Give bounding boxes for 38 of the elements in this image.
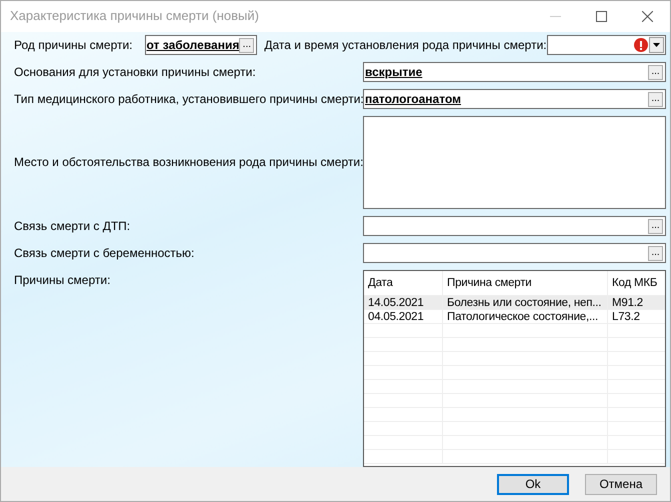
ellipsis-button[interactable]: ...: [648, 246, 663, 260]
lookup-field[interactable]: от заболевания ...: [144, 35, 258, 55]
ellipsis-button[interactable]: ...: [648, 64, 663, 80]
table-cell: M91.2: [608, 296, 665, 310]
window-title: Характеристика причины смерти (новый): [10, 8, 259, 25]
lookup-field[interactable]: вскрытие ...: [363, 62, 666, 82]
field-label: Тип медицинского работника, установившего причины смерти:: [14, 92, 363, 106]
table-cell: Патологическое состояние,...: [443, 310, 608, 324]
date-field[interactable]: [546, 35, 666, 55]
cancel-button[interactable]: Отмена: [585, 474, 657, 494]
dropdown-button[interactable]: [649, 37, 664, 53]
field-label: Причины смерти:: [14, 272, 112, 288]
lookup-field[interactable]: ...: [363, 243, 666, 263]
table-cell: 04.05.2021: [364, 310, 443, 324]
ellipsis-button[interactable]: ...: [648, 92, 663, 106]
field-value: от заболевания: [146, 38, 240, 52]
close-icon[interactable]: [642, 11, 652, 22]
field-value: вскрытие: [364, 64, 424, 80]
ellipsis-button[interactable]: ...: [648, 218, 663, 234]
lookup-field[interactable]: ...: [363, 216, 666, 236]
field-label: Дата и время установления рода причины смерти:: [264, 38, 547, 52]
ellipsis-button[interactable]: ...: [239, 38, 254, 52]
table-row[interactable]: 14.05.2021 Болезнь или состояние, неп... M91.2: [364, 296, 665, 310]
field-label: Род причины смерти:: [14, 38, 133, 52]
field-label: Основания для установки причины смерти:: [14, 64, 257, 80]
maximize-icon[interactable]: [596, 11, 606, 22]
table-row[interactable]: 04.05.2021 Патологическое состояние,... L73.2: [364, 310, 665, 324]
text-area[interactable]: [363, 116, 666, 209]
ok-button[interactable]: Ok: [497, 474, 569, 494]
field-value: патологоанатом: [364, 92, 462, 106]
table-cell: L73.2: [608, 310, 665, 324]
lookup-field[interactable]: патологоанатом ...: [363, 89, 666, 109]
caret-icon: [653, 43, 660, 47]
field-label: Связь смерти с ДТП:: [14, 218, 132, 234]
table-cell: 14.05.2021: [364, 296, 443, 310]
table-cell: Болезнь или состояние, неп...: [443, 296, 608, 310]
field-label: Место и обстоятельства возникновения рода причины смерти:: [14, 155, 363, 170]
field-label: Связь смерти с беременностью:: [14, 246, 196, 260]
